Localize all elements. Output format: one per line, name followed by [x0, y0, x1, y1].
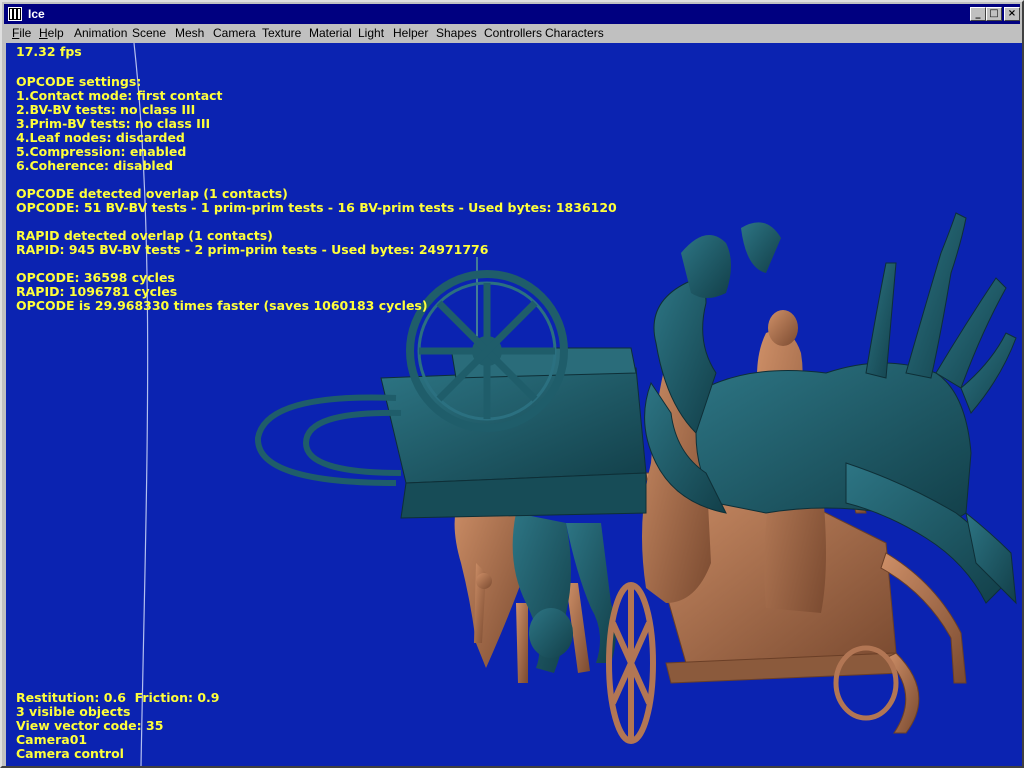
menu-scene[interactable]: Scene — [132, 26, 166, 40]
opcode-setting-line: 4.Leaf nodes: discarded — [16, 130, 185, 145]
title-bar[interactable]: Ice _ □ × — [4, 4, 1020, 24]
menu-file-label: ile — [19, 26, 32, 40]
menu-helper[interactable]: Helper — [393, 26, 428, 40]
visible-objects-count: 3 visible objects — [16, 704, 131, 719]
rapid-stats: RAPID: 945 BV-BV tests - 2 prim-prim tes… — [16, 242, 489, 257]
close-button[interactable]: × — [1004, 7, 1020, 21]
menu-bar: File Help Animation Scene Mesh Camera Te… — [4, 24, 1020, 43]
close-icon: × — [1007, 8, 1017, 19]
menu-shapes[interactable]: Shapes — [436, 26, 477, 40]
rapid-overlap-status: RAPID detected overlap (1 contacts) — [16, 228, 273, 243]
copper-wheel — [606, 582, 656, 744]
minimize-button[interactable]: _ — [970, 7, 986, 21]
teal-horse-legs — [512, 513, 616, 673]
teal-horse-head — [681, 222, 781, 298]
3d-viewport[interactable]: 17.32 fps OPCODE settings: 1.Contact mod… — [6, 43, 1022, 766]
app-icon — [8, 7, 22, 21]
opcode-stats: OPCODE: 51 BV-BV tests - 1 prim-prim tes… — [16, 200, 617, 215]
menu-help-mnemonic: H — [39, 26, 48, 40]
window-title: Ice — [28, 7, 45, 21]
opcode-setting-line: 1.Contact mode: first contact — [16, 88, 223, 103]
maximize-icon: □ — [989, 8, 999, 19]
minimize-icon: _ — [975, 8, 981, 19]
menu-controllers[interactable]: Controllers — [484, 26, 542, 40]
menu-texture[interactable]: Texture — [262, 26, 301, 40]
teal-shafts — [254, 394, 402, 486]
opcode-setting-line: 2.BV-BV tests: no class III — [16, 102, 196, 117]
physics-params: Restitution: 0.6 Friction: 0.9 — [16, 690, 220, 705]
view-vector-code: View vector code: 35 — [16, 718, 164, 733]
opcode-setting-line: 6.Coherence: disabled — [16, 158, 174, 173]
menu-characters[interactable]: Characters — [545, 26, 604, 40]
menu-camera[interactable]: Camera — [213, 26, 256, 40]
menu-animation[interactable]: Animation — [74, 26, 127, 40]
speedup-summary: OPCODE is 29.968330 times faster (saves … — [16, 298, 428, 313]
menu-help-label: elp — [47, 26, 64, 40]
rapid-cycles: RAPID: 1096781 cycles — [16, 284, 178, 299]
app-window: Ice _ □ × File Help Animation Scene Mesh… — [0, 0, 1024, 768]
fps-readout: 17.32 fps — [16, 44, 82, 59]
menu-mesh[interactable]: Mesh — [175, 26, 204, 40]
teal-wheel — [406, 270, 568, 432]
menu-light[interactable]: Light — [358, 26, 384, 40]
camera-control-label: Camera control — [16, 746, 124, 761]
menu-help[interactable]: Help — [39, 26, 64, 40]
opcode-setting-line: 3.Prim-BV tests: no class III — [16, 116, 211, 131]
menu-file[interactable]: File — [12, 26, 31, 40]
opcode-setting-line: 5.Compression: enabled — [16, 144, 187, 159]
camera-name: Camera01 — [16, 732, 88, 747]
maximize-button[interactable]: □ — [986, 7, 1002, 21]
opcode-overlap-status: OPCODE detected overlap (1 contacts) — [16, 186, 288, 201]
opcode-settings-heading: OPCODE settings: — [16, 74, 142, 89]
opcode-cycles: OPCODE: 36598 cycles — [16, 270, 175, 285]
menu-material[interactable]: Material — [309, 26, 352, 40]
